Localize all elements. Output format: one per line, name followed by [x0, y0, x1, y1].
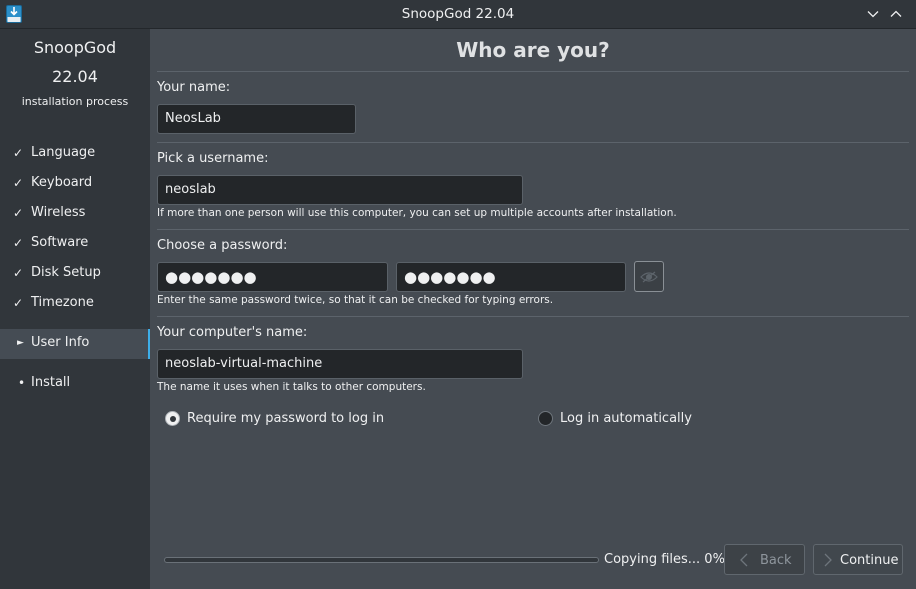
username-hint: If more than one person will use this co… — [157, 207, 677, 219]
page-title: Who are you? — [456, 38, 610, 62]
show-password-button[interactable] — [634, 261, 664, 292]
divider — [157, 71, 909, 72]
brand-subtitle: installation process — [21, 95, 129, 108]
check-icon: ✓ — [13, 266, 24, 280]
full-name-input[interactable]: NeosLab — [157, 104, 356, 134]
sidebar-step-label: Timezone — [31, 295, 94, 310]
progress-status: Copying files... 0% — [604, 552, 725, 567]
password-hint: Enter the same password twice, so that i… — [157, 294, 554, 306]
password-confirm-input[interactable]: ●●●●●●● — [396, 262, 626, 292]
sidebar-step-label: Software — [31, 235, 89, 250]
check-icon: ✓ — [13, 206, 24, 220]
divider — [157, 229, 909, 230]
brand-name: SnoopGod — [33, 38, 117, 57]
auto-login-label[interactable]: Log in automatically — [560, 411, 692, 426]
sidebar-step-label: Disk Setup — [31, 265, 101, 280]
continue-button[interactable]: Continue — [813, 544, 903, 575]
sidebar-step-install: • Install — [0, 369, 150, 399]
chevron-up-icon[interactable] — [888, 6, 904, 22]
current-step-arrow-icon: ► — [17, 338, 24, 348]
check-icon: ✓ — [13, 296, 24, 310]
sidebar-step-user-info: ► User Info — [0, 329, 150, 359]
continue-button-label: Continue — [840, 553, 899, 568]
sidebar-step-software: ✓ Software — [0, 229, 150, 259]
chevron-left-icon — [740, 553, 748, 567]
sidebar: SnoopGod 22.04 installation process ✓ La… — [0, 29, 150, 589]
check-icon: ✓ — [13, 236, 24, 250]
brand-version: 22.04 — [52, 67, 98, 86]
sidebar-step-timezone: ✓ Timezone — [0, 289, 150, 319]
password-label: Choose a password: — [157, 238, 288, 253]
name-label: Your name: — [157, 80, 231, 95]
back-button-label: Back — [760, 553, 792, 568]
divider — [157, 316, 909, 317]
username-input[interactable]: neoslab — [157, 175, 523, 205]
computer-name-input[interactable]: neoslab-virtual-machine — [157, 349, 523, 379]
require-password-label[interactable]: Require my password to log in — [187, 411, 384, 426]
chevron-right-icon — [824, 553, 832, 567]
check-icon: ✓ — [13, 146, 24, 160]
title-bar: SnoopGod 22.04 — [0, 0, 916, 29]
password-input[interactable]: ●●●●●●● — [157, 262, 388, 292]
username-label: Pick a username: — [157, 151, 269, 166]
window-title: SnoopGod 22.04 — [401, 6, 515, 22]
sidebar-step-disk-setup: ✓ Disk Setup — [0, 259, 150, 289]
divider — [157, 142, 909, 143]
sidebar-step-label: Wireless — [31, 205, 86, 220]
check-icon: ✓ — [13, 176, 24, 190]
sidebar-step-label: Install — [31, 375, 71, 390]
auto-login-radio[interactable] — [538, 411, 553, 426]
sidebar-step-keyboard: ✓ Keyboard — [0, 169, 150, 199]
require-password-radio[interactable] — [165, 411, 180, 426]
eye-toggle-icon — [640, 271, 658, 283]
sidebar-step-label: Language — [31, 145, 96, 160]
chevron-down-icon[interactable] — [865, 6, 881, 22]
main-panel: Who are you? Your name: NeosLab Pick a u… — [150, 29, 916, 589]
sidebar-step-label: Keyboard — [31, 175, 93, 190]
computer-name-hint: The name it uses when it talks to other … — [157, 381, 426, 393]
sidebar-step-label: User Info — [31, 335, 90, 350]
sidebar-step-language: ✓ Language — [0, 139, 150, 169]
bullet-icon: • — [18, 376, 26, 390]
computer-name-label: Your computer's name: — [157, 325, 308, 340]
back-button[interactable]: Back — [724, 544, 805, 575]
install-progress-bar — [164, 557, 599, 563]
sidebar-step-wireless: ✓ Wireless — [0, 199, 150, 229]
